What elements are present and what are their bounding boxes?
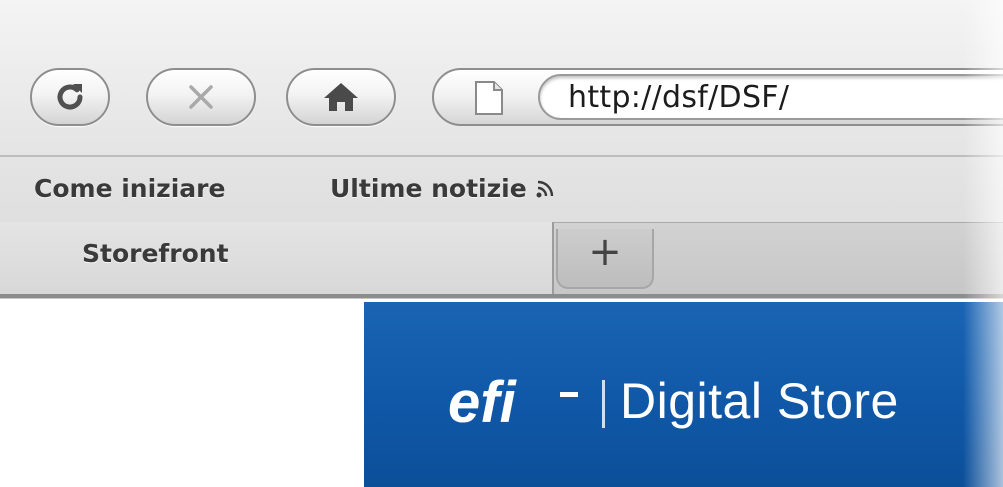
address-bar[interactable]: http://dsf/DSF/: [432, 68, 1003, 126]
reload-button[interactable]: [30, 68, 110, 126]
url-input[interactable]: http://dsf/DSF/: [538, 74, 1003, 120]
stop-button[interactable]: [146, 68, 256, 126]
plus-icon: +: [588, 229, 622, 275]
brand-title: Digital Store: [620, 373, 899, 429]
efi-logo-text: efi: [448, 372, 518, 432]
efi-page-header: efi Digital Store: [364, 302, 1003, 487]
home-button[interactable]: [286, 68, 396, 126]
bookmark-label: Come iniziare: [34, 174, 226, 203]
tab-bar: Storefront +: [0, 222, 1003, 299]
navigation-toolbar: http://dsf/DSF/: [0, 60, 1003, 140]
browser-window: http://dsf/DSF/ Come iniziare Ultime not…: [0, 0, 1003, 487]
tab-storefront[interactable]: Storefront: [0, 222, 554, 294]
bookmark-come-iniziare[interactable]: Come iniziare: [34, 174, 225, 203]
bookmark-label: Ultime notizie: [330, 174, 527, 203]
efi-logo[interactable]: efi: [448, 370, 588, 435]
page-icon: [475, 81, 503, 115]
browser-chrome: http://dsf/DSF/ Come iniziare Ultime not…: [0, 0, 1003, 299]
toolbar-divider: [0, 155, 1003, 157]
header-separator: [602, 380, 605, 428]
url-text: http://dsf/DSF/: [568, 79, 790, 115]
tab-label: Storefront: [82, 238, 229, 268]
bookmark-ultime-notizie[interactable]: Ultime notizie: [330, 174, 555, 203]
reload-icon: [57, 84, 83, 110]
new-tab-button[interactable]: +: [556, 229, 654, 289]
close-icon: [189, 85, 213, 109]
efi-logo-mark: efi: [448, 370, 578, 435]
page-icon-container: [466, 80, 510, 116]
tab-bar-bottom-border: [0, 294, 1003, 298]
bookmarks-bar: Come iniziare Ultime notizie: [0, 166, 1003, 214]
home-icon: [324, 83, 358, 111]
rss-icon: [536, 180, 553, 197]
